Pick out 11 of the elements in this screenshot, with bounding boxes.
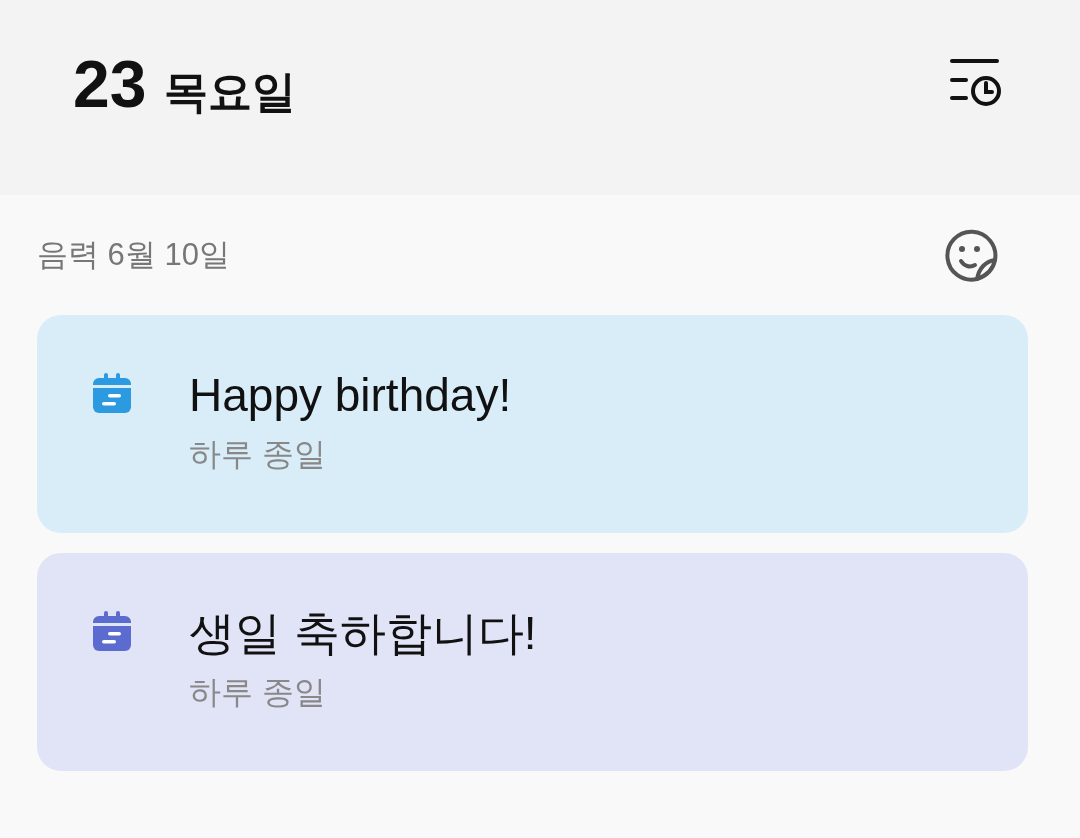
- lunar-date: 음력 6월 10일: [37, 236, 230, 274]
- event-card[interactable]: Happy birthday! 하루 종일: [37, 315, 1028, 533]
- weekday-label: 목요일: [164, 66, 297, 118]
- event-title: 생일 축하합니다!: [189, 606, 537, 661]
- event-subtitle: 하루 종일: [189, 673, 327, 712]
- event-card[interactable]: 생일 축하합니다! 하루 종일: [37, 553, 1028, 771]
- day-number: 23: [73, 46, 147, 123]
- event-title: Happy birthday!: [189, 368, 512, 423]
- list-clock-icon[interactable]: [950, 58, 1002, 106]
- smiley-sticker-icon[interactable]: [944, 228, 998, 282]
- event-subtitle: 하루 종일: [189, 435, 327, 474]
